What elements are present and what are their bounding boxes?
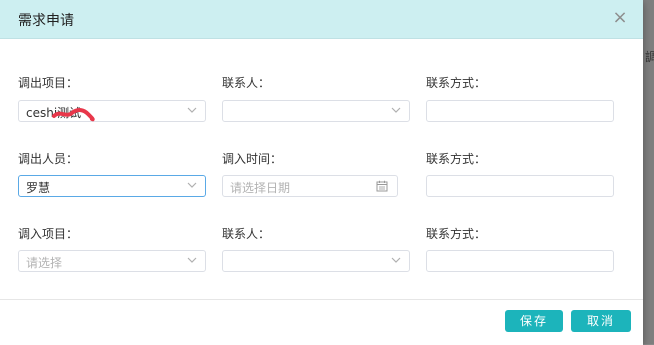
transfer-in-project-select[interactable]: 请选择 bbox=[18, 250, 206, 272]
cancel-button[interactable]: 取消 bbox=[571, 310, 631, 332]
contact-method-label: 联系方式： bbox=[426, 76, 487, 90]
chevron-down-icon bbox=[391, 257, 401, 263]
chevron-down-icon bbox=[391, 107, 401, 113]
contact-person-select[interactable] bbox=[222, 100, 410, 122]
contact-person-label: 联系人： bbox=[222, 227, 271, 241]
close-icon[interactable]: × bbox=[611, 9, 629, 27]
chevron-down-icon bbox=[187, 107, 197, 113]
chevron-down-icon bbox=[187, 257, 197, 263]
background-partial-text: 調 bbox=[645, 50, 654, 64]
contact-method-input[interactable] bbox=[426, 175, 614, 197]
contact-method-input[interactable] bbox=[426, 100, 614, 122]
chevron-down-icon bbox=[187, 182, 197, 188]
contact-method-input[interactable] bbox=[426, 250, 614, 272]
save-button[interactable]: 保存 bbox=[505, 310, 563, 332]
transfer-out-project-label: 调出项目： bbox=[18, 76, 79, 90]
contact-person-label: 联系人： bbox=[222, 76, 271, 90]
date-placeholder: 请选择日期 bbox=[230, 181, 291, 195]
contact-method-label: 联系方式： bbox=[426, 227, 487, 241]
transfer-out-person-label: 调出人员： bbox=[18, 152, 79, 166]
transfer-out-person-value: 罗慧 bbox=[26, 181, 51, 195]
transfer-out-project-select[interactable]: ceshi测试 bbox=[18, 100, 206, 122]
transfer-in-project-placeholder: 请选择 bbox=[26, 256, 63, 270]
dialog-header: 需求申请 × bbox=[0, 0, 643, 39]
demand-request-dialog: 需求申请 × 调出项目： ceshi测试 联系人： 联系方式： 调出人员： 罗慧… bbox=[0, 0, 643, 345]
contact-method-label: 联系方式： bbox=[426, 152, 487, 166]
transfer-in-project-label: 调入项目： bbox=[18, 227, 79, 241]
redaction-scribble bbox=[52, 108, 95, 122]
transfer-in-date-picker[interactable]: 请选择日期 bbox=[222, 175, 398, 197]
calendar-icon bbox=[376, 180, 388, 192]
contact-person-select[interactable] bbox=[222, 250, 410, 272]
transfer-in-time-label: 调入时间： bbox=[222, 152, 283, 166]
transfer-out-person-select[interactable]: 罗慧 bbox=[18, 175, 206, 197]
dialog-title: 需求申请 bbox=[18, 13, 74, 29]
